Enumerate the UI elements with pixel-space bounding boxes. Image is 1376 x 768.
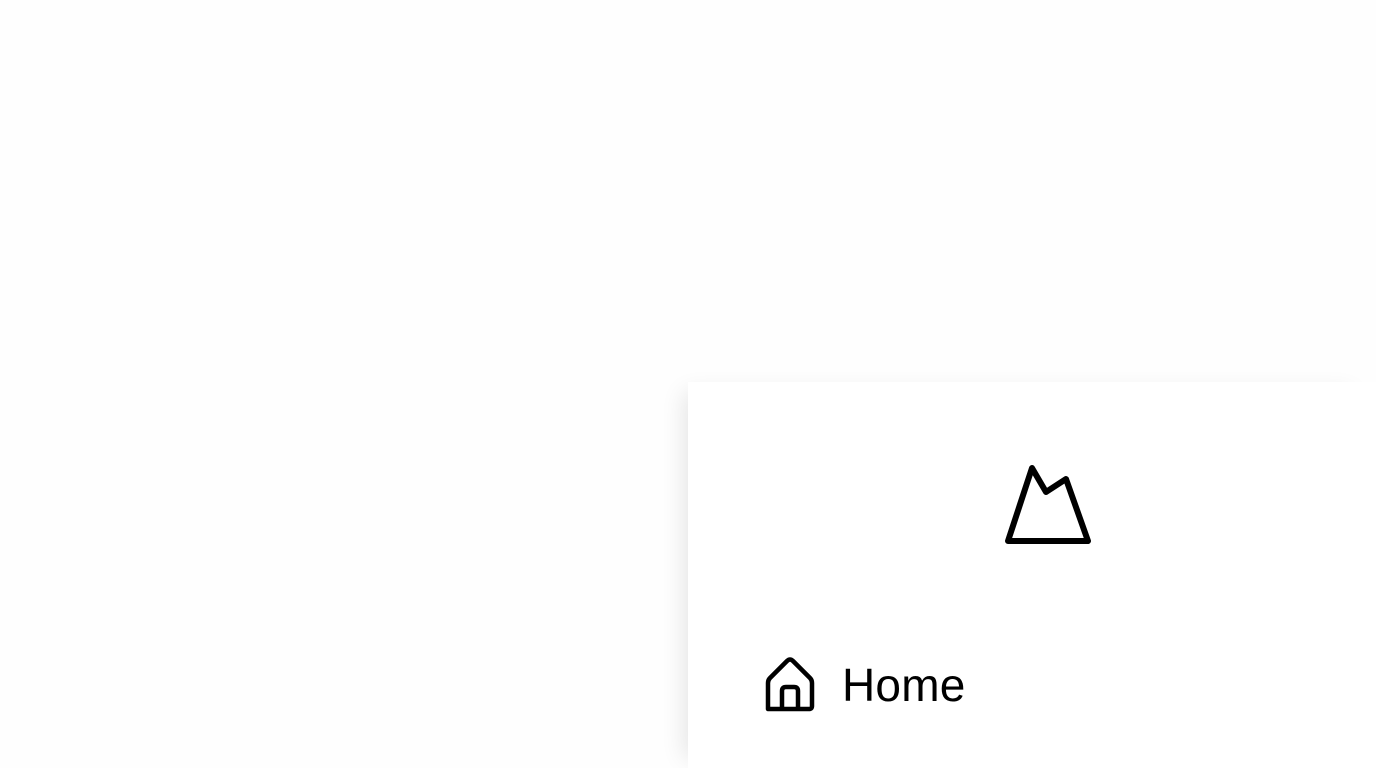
app-logo[interactable] — [1002, 462, 1096, 546]
home-icon — [758, 653, 822, 717]
nav-item-label: Home — [842, 659, 966, 711]
mountain-logo-icon — [1005, 465, 1091, 544]
nav-item-home[interactable]: Home — [758, 652, 966, 718]
page: Home — [0, 0, 1376, 768]
navigation-drawer: Home — [688, 382, 1376, 768]
